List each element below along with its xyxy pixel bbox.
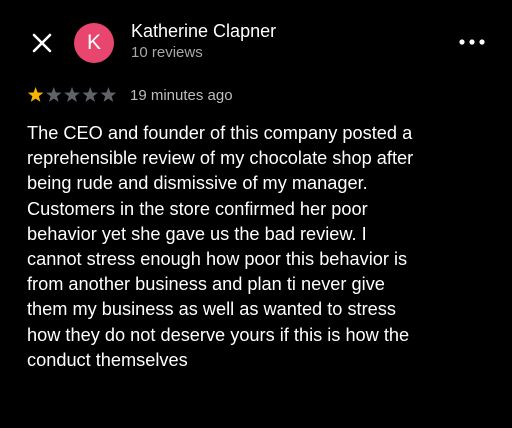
star-empty-icon (46, 87, 62, 102)
more-options-button[interactable] (452, 32, 492, 52)
star-empty-icon (64, 87, 80, 102)
review-text: The CEO and founder of this company post… (27, 123, 414, 370)
reviewer-name[interactable]: Katherine Clapner (131, 21, 276, 42)
review-header: K Katherine Clapner 10 reviews (0, 0, 512, 84)
star-filled-icon (27, 87, 44, 102)
more-options-icon (459, 39, 485, 45)
reviewer-review-count: 10 reviews (131, 44, 203, 61)
star-empty-icon (100, 87, 117, 102)
review-timestamp: 19 minutes ago (130, 87, 233, 104)
star-rating (27, 87, 117, 102)
close-icon (32, 33, 52, 53)
close-button[interactable] (28, 29, 56, 57)
avatar[interactable]: K (74, 23, 114, 63)
star-empty-icon (82, 87, 98, 102)
